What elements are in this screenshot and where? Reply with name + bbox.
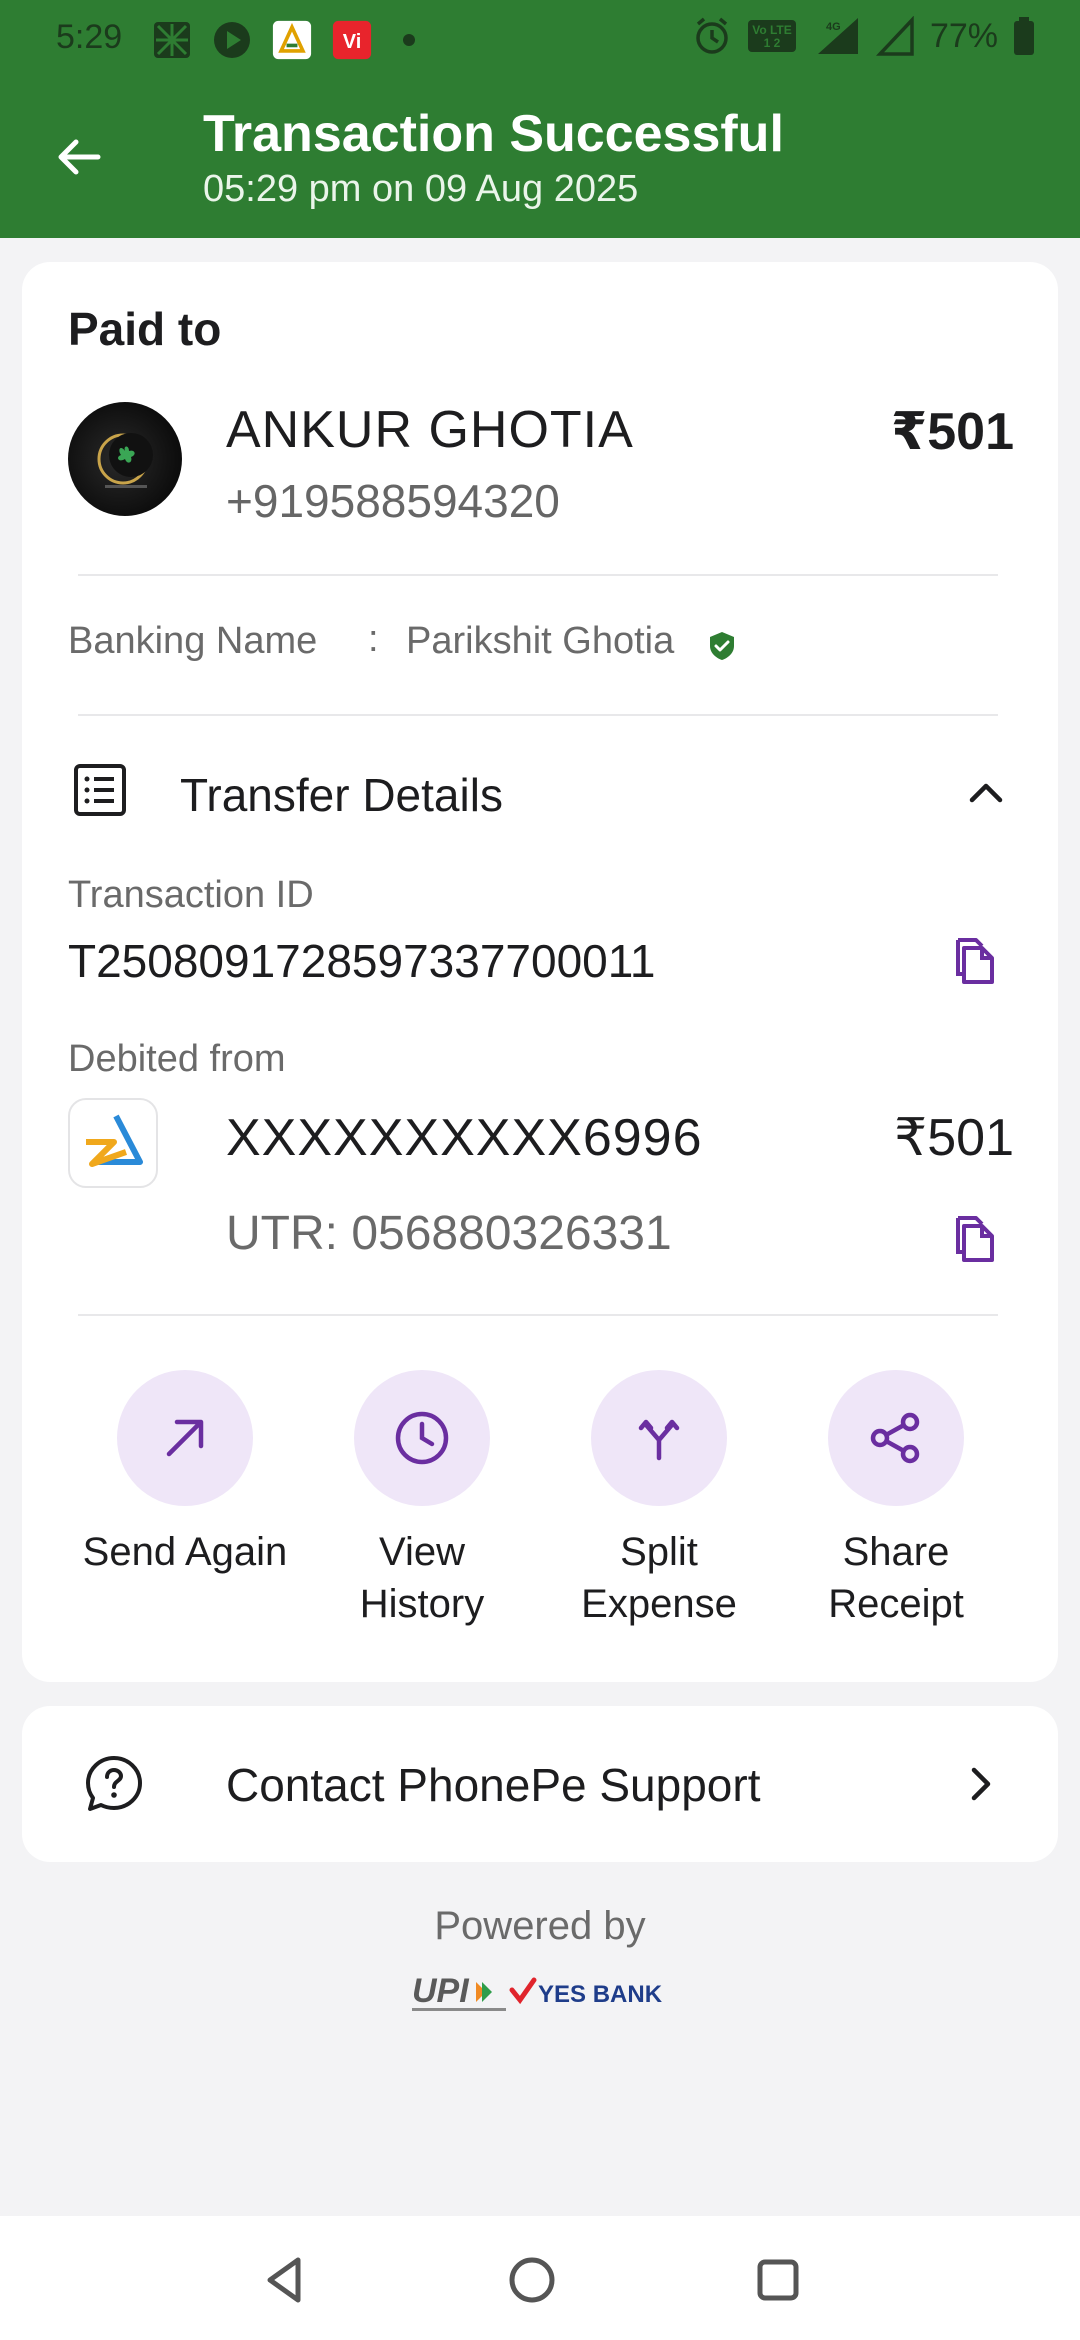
send-again-label-line1: Send Again <box>82 1530 288 1574</box>
bank-logo <box>68 1098 158 1188</box>
vi-notification-icon: Vi <box>332 20 372 60</box>
view-history-button[interactable]: View History <box>302 1370 542 1630</box>
system-navigation-bar <box>0 2216 1080 2340</box>
copy-transaction-id-icon[interactable] <box>946 934 998 986</box>
more-notifications-dot <box>403 34 415 46</box>
app-notification-icon <box>272 20 312 60</box>
split-expense-circle <box>591 1370 727 1506</box>
view-history-label-line1: View <box>379 1530 465 1574</box>
send-again-button[interactable]: Send Again <box>65 1370 305 1578</box>
help-chat-icon <box>86 1756 142 1811</box>
status-right: Vo LTE 1 2 4G 77% <box>692 16 1036 56</box>
receipt-list-icon <box>74 764 126 816</box>
sbi-bank-icon <box>86 1114 143 1167</box>
transaction-datetime: 05:29 pm on 09 Aug 2025 <box>203 168 639 210</box>
share-receipt-button[interactable]: Share Receipt <box>776 1370 1016 1630</box>
battery-percent: 77% <box>929 16 998 55</box>
split-icon <box>638 1419 680 1461</box>
nav-recents-icon[interactable] <box>750 2252 806 2308</box>
svg-text:YES BANK: YES BANK <box>538 1981 663 2008</box>
payee-avatar <box>68 402 182 516</box>
signal-icon <box>875 16 914 56</box>
clock-icon <box>395 1411 449 1465</box>
paid-amount: ₹501 <box>891 403 1014 461</box>
divider <box>78 1314 998 1316</box>
utr-number: UTR: 056880326331 <box>226 1207 672 1260</box>
debit-amount: ₹501 <box>894 1109 1014 1167</box>
play-notification-icon <box>214 22 250 58</box>
view-history-circle <box>354 1370 490 1506</box>
view-history-label-line2: History <box>359 1582 485 1626</box>
upi-yesbank-logo: UPI YES BANK <box>412 1972 663 2011</box>
send-again-circle <box>117 1370 253 1506</box>
share-receipt-label-line2: Receipt <box>828 1582 964 1626</box>
back-button[interactable] <box>46 124 112 190</box>
view-history-label: View History <box>302 1526 542 1630</box>
paid-to-heading: Paid to <box>68 303 222 355</box>
chevron-up-icon[interactable] <box>964 770 1008 814</box>
share-receipt-label-line1: Share <box>842 1530 950 1574</box>
svg-text:Vo LTE: Vo LTE <box>752 23 792 37</box>
debited-from-label: Debited from <box>68 1038 286 1080</box>
divider <box>78 574 998 576</box>
transfer-details-toggle[interactable]: Transfer Details <box>180 768 503 822</box>
app-header: 5:29 Vi Vo LTE 1 2 4G 77% Transaction Su… <box>0 0 1080 238</box>
transaction-id-label: Transaction ID <box>68 874 314 916</box>
split-expense-label-line1: Split <box>620 1530 698 1574</box>
contact-support-label: Contact PhonePe Support <box>226 1759 761 1811</box>
split-expense-button[interactable]: Split Expense <box>539 1370 779 1630</box>
payee-name: ANKUR GHOTIA <box>226 401 634 459</box>
svg-text:Vi: Vi <box>343 31 362 53</box>
status-bar: 5:29 Vi Vo LTE 1 2 4G 77% <box>0 0 1080 82</box>
transaction-card: Paid to ANKUR GHOTIA +919588594320 ₹501 … <box>22 262 1058 1682</box>
gallery-notification-icon <box>154 22 190 58</box>
upi-logo: UPI <box>412 1972 506 2011</box>
page-title: Transaction Successful <box>203 105 784 163</box>
send-again-label: Send Again <box>65 1526 305 1578</box>
yes-bank-logo: YES BANK <box>509 1977 663 2008</box>
signal-4g-icon: 4G <box>817 18 858 54</box>
status-time: 5:29 <box>56 18 123 56</box>
alarm-icon <box>696 17 728 54</box>
quick-actions: Send Again View History Split Expense Sh… <box>22 1370 1058 1650</box>
volte-icon: Vo LTE 1 2 <box>747 20 796 52</box>
svg-text:UPI: UPI <box>412 1972 470 2010</box>
share-receipt-label: Share Receipt <box>776 1526 1016 1630</box>
banking-name-value: Parikshit Ghotia <box>406 620 675 662</box>
contact-support-row[interactable]: Contact PhonePe Support <box>22 1706 1058 1862</box>
battery-icon <box>1014 17 1034 55</box>
powered-by-label: Powered by <box>434 1904 646 1948</box>
transaction-id-value: T2508091728597337700011 <box>68 935 656 987</box>
share-receipt-circle <box>828 1370 964 1506</box>
debit-account-number: XXXXXXXXXX6996 <box>226 1109 703 1167</box>
svg-text:1 2: 1 2 <box>764 36 781 50</box>
nav-home-icon[interactable] <box>504 2252 560 2308</box>
split-expense-label-line2: Expense <box>581 1582 737 1626</box>
verified-shield-icon <box>710 632 734 660</box>
split-expense-label: Split Expense <box>539 1526 779 1630</box>
divider <box>78 714 998 716</box>
copy-utr-icon[interactable] <box>946 1212 998 1264</box>
banking-name-label: Banking Name <box>68 620 318 662</box>
svg-text:4G: 4G <box>826 21 841 33</box>
payee-avatar-image <box>97 433 153 488</box>
arrow-up-right-icon <box>166 1419 204 1457</box>
share-icon <box>870 1412 920 1464</box>
chevron-right-icon <box>971 1767 991 1801</box>
banking-name-colon: : <box>368 618 379 660</box>
payee-phone: +919588594320 <box>226 475 560 527</box>
nav-back-icon[interactable] <box>258 2252 314 2308</box>
arrow-left-icon <box>58 139 101 175</box>
